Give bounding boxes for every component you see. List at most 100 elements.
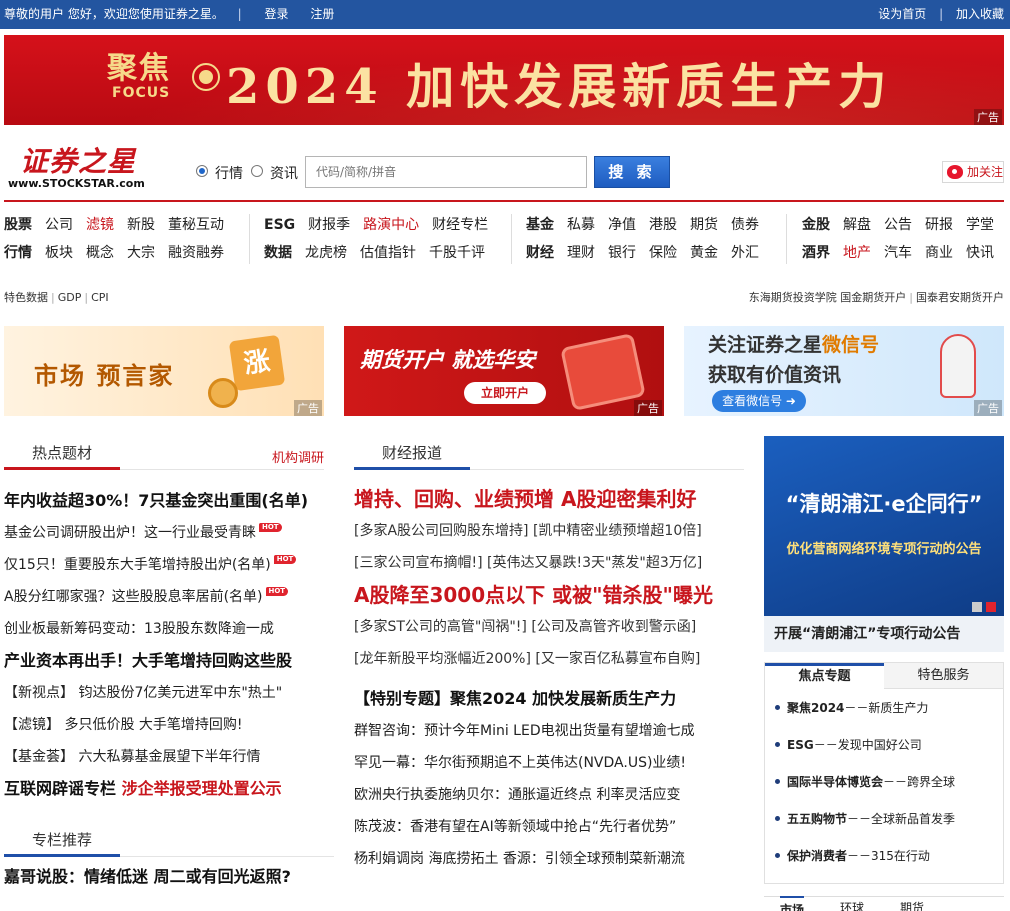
nav-link[interactable]: 财经专栏 xyxy=(432,217,488,233)
nav-link[interactable]: 数据 xyxy=(264,245,292,261)
nav-link[interactable]: 保险 xyxy=(649,245,677,261)
nav-link[interactable]: 商业 xyxy=(925,245,953,261)
institution-research-link[interactable]: 机构调研 xyxy=(272,447,324,466)
rumor-column-link[interactable]: 互联网辟谣专栏 xyxy=(4,779,116,798)
promo-caption[interactable]: 开展“清朗浦江”专项行动公告 xyxy=(764,616,1004,652)
list-item[interactable]: 嘉哥说股：情绪低迷 周二或有回光返照? xyxy=(4,861,334,893)
promo-banner[interactable]: “清朗浦江·e企同行” 优化营商网络环境专项行动的公告 xyxy=(764,436,1004,616)
sub-link[interactable]: [英伟达又暴跌!3天"蒸发"超3万亿] xyxy=(487,555,702,571)
item-text[interactable]: A股分红哪家强？这些股股息率居前(名单) xyxy=(4,589,263,605)
list-item[interactable]: 【滤镜】 多只低价股 大手笔增持回购! xyxy=(4,709,334,741)
list-item[interactable]: 国际半导体博览会－－跨界全球 xyxy=(775,769,955,806)
list-item[interactable]: 群智咨询：预计今年Mini LED电视出货量有望增逾七成 xyxy=(354,715,749,747)
nav-link[interactable]: 融资融券 xyxy=(168,245,224,261)
headline[interactable]: 增持、回购、业绩预增 A股迎密集利好 xyxy=(354,483,749,515)
sub-link[interactable]: [公司及高管齐收到警示函] xyxy=(531,619,696,635)
tab-global[interactable]: 环球 xyxy=(840,899,864,911)
sub-link[interactable]: [多家ST公司的高管"闯祸"!] xyxy=(354,619,527,635)
nav-link[interactable]: 汽车 xyxy=(884,245,912,261)
nav-link[interactable]: ESG xyxy=(264,217,295,233)
sub-link[interactable]: [龙年新股平均涨幅近200%] xyxy=(354,651,531,667)
list-item[interactable]: 基金公司调研股出炉！这一行业最受青睐 HOT xyxy=(4,517,334,549)
nav-link[interactable]: 研报 xyxy=(925,217,953,233)
nav-link[interactable]: 路演中心 xyxy=(363,217,419,233)
list-item[interactable]: 杨利娟调岗 海底捞拓土 香源：引领全球预制菜新潮流 xyxy=(354,843,749,875)
nav-link[interactable]: 大宗 xyxy=(127,245,155,261)
list-item[interactable]: A股分红哪家强？这些股股息率居前(名单) HOT xyxy=(4,581,334,613)
nav-link[interactable]: 财报季 xyxy=(308,217,350,233)
nav-link[interactable]: 酒界 xyxy=(802,245,830,261)
list-item[interactable]: 【新视点】 钧达股份7亿美元进军中东"热土" xyxy=(4,677,334,709)
slide-dot-active[interactable] xyxy=(986,602,996,612)
nav-link[interactable]: 龙虎榜 xyxy=(305,245,347,261)
item-text[interactable]: 仅15只！重要股东大手笔增持股出炉(名单) xyxy=(4,557,271,573)
list-item[interactable]: 【基金荟】 六大私募基金展望下半年行情 xyxy=(4,741,334,773)
nav-link[interactable]: 港股 xyxy=(649,217,677,233)
nav-link[interactable]: 净值 xyxy=(608,217,636,233)
nav-link[interactable]: 债券 xyxy=(731,217,759,233)
nav-link[interactable]: 银行 xyxy=(608,245,636,261)
nav-link[interactable]: 学堂 xyxy=(966,217,994,233)
list-item[interactable]: 欧洲央行执委施纳贝尔：通胀逼近终点 利率灵活应变 xyxy=(354,779,749,811)
radio-news[interactable] xyxy=(251,165,263,177)
nav-link[interactable]: 外汇 xyxy=(731,245,759,261)
ad-wechat-follow[interactable]: 关注证券之星微信号 获取有价值资讯 查看微信号 ➜ 广告 xyxy=(684,326,1004,416)
link-donghai-futures[interactable]: 东海期货投资学院 xyxy=(749,291,837,304)
tab-finance-news[interactable]: 财经报道 xyxy=(354,440,471,470)
list-item[interactable]: ESG－－发现中国好公司 xyxy=(775,732,955,769)
nav-link[interactable]: 基金 xyxy=(526,217,554,233)
top-banner-ad[interactable]: 聚焦 FOCUS 2024 加快发展新质生产力 广告 xyxy=(4,35,1004,125)
view-wechat-button[interactable]: 查看微信号 ➜ xyxy=(712,390,806,412)
add-favorite-link[interactable]: 加入收藏 xyxy=(956,7,1004,21)
radio-news-label[interactable]: 资讯 xyxy=(270,163,298,183)
list-item[interactable]: 年内收益超30%！7只基金突出重围(名单) xyxy=(4,485,334,517)
list-item[interactable]: 仅15只！重要股东大手笔增持股出炉(名单) HOT xyxy=(4,549,334,581)
sub-link[interactable]: [三家公司宣布摘帽!] xyxy=(354,555,483,571)
nav-link[interactable]: 行情 xyxy=(4,245,32,261)
link-guotai-futures[interactable]: 国泰君安期货开户 xyxy=(916,291,1004,304)
nav-link[interactable]: 私募 xyxy=(567,217,595,233)
link-guojin-futures[interactable]: 国金期货开户 xyxy=(840,291,906,304)
site-logo[interactable]: 证券之星 www.STOCKSTAR.com xyxy=(8,140,160,194)
item-text[interactable]: 基金公司调研股出炉！这一行业最受青睐 xyxy=(4,525,256,541)
link-gdp[interactable]: GDP xyxy=(58,291,82,304)
ad-futures-account[interactable]: 期货开户 就选华安 立即开户 广告 xyxy=(344,326,664,416)
item-title[interactable]: 五五购物节 xyxy=(787,812,847,826)
register-link[interactable]: 注册 xyxy=(310,7,334,21)
nav-link[interactable]: 财经 xyxy=(526,245,554,261)
tab-hot-topics[interactable]: 热点题材 xyxy=(4,440,121,470)
nav-link[interactable]: 估值指针 xyxy=(360,245,416,261)
nav-link[interactable]: 金股 xyxy=(802,217,830,233)
nav-link[interactable]: 股票 xyxy=(4,217,32,233)
nav-link[interactable]: 黄金 xyxy=(690,245,718,261)
nav-link[interactable]: 地产 xyxy=(843,245,871,261)
login-link[interactable]: 登录 xyxy=(265,7,289,21)
radio-quotes-label[interactable]: 行情 xyxy=(215,163,243,183)
nav-link[interactable]: 概念 xyxy=(86,245,114,261)
item-title[interactable]: 国际半导体博览会 xyxy=(787,775,883,789)
report-notice-link[interactable]: 涉企举报受理处置公示 xyxy=(122,779,282,798)
item-title[interactable]: 保护消费者 xyxy=(787,849,847,863)
weibo-follow-button[interactable]: 加关注 xyxy=(942,161,1004,183)
nav-link[interactable]: 理财 xyxy=(567,245,595,261)
nav-link[interactable]: 板块 xyxy=(45,245,73,261)
list-item[interactable]: 创业板最新筹码变动：13股股东数降逾一成 xyxy=(4,613,334,645)
tab-focus-topics[interactable]: 焦点专题 xyxy=(765,663,884,690)
nav-link[interactable]: 公告 xyxy=(884,217,912,233)
search-input[interactable] xyxy=(305,156,587,188)
list-item[interactable]: 罕见一幕：华尔街预期追不上英伟达(NVDA.US)业绩! xyxy=(354,747,749,779)
tab-columns[interactable]: 专栏推荐 xyxy=(4,827,121,857)
slide-dot[interactable] xyxy=(972,602,982,612)
nav-link[interactable]: 期货 xyxy=(690,217,718,233)
open-account-button[interactable]: 立即开户 xyxy=(464,382,546,404)
nav-link[interactable]: 新股 xyxy=(127,217,155,233)
item-title[interactable]: ESG xyxy=(787,738,814,752)
item-title[interactable]: 聚焦2024 xyxy=(787,701,844,715)
link-cpi[interactable]: CPI xyxy=(91,291,109,304)
list-item[interactable]: 陈茂波：香港有望在AI等新领域中抢占“先行者优势” xyxy=(354,811,749,843)
radio-quotes[interactable] xyxy=(196,165,208,177)
ad-market-forecaster[interactable]: 市场 预言家 涨 广告 xyxy=(4,326,324,416)
list-item[interactable]: 互联网辟谣专栏 涉企举报受理处置公示 xyxy=(4,773,334,805)
nav-link[interactable]: 滤镜 xyxy=(86,217,114,233)
set-home-link[interactable]: 设为首页 xyxy=(878,7,926,21)
